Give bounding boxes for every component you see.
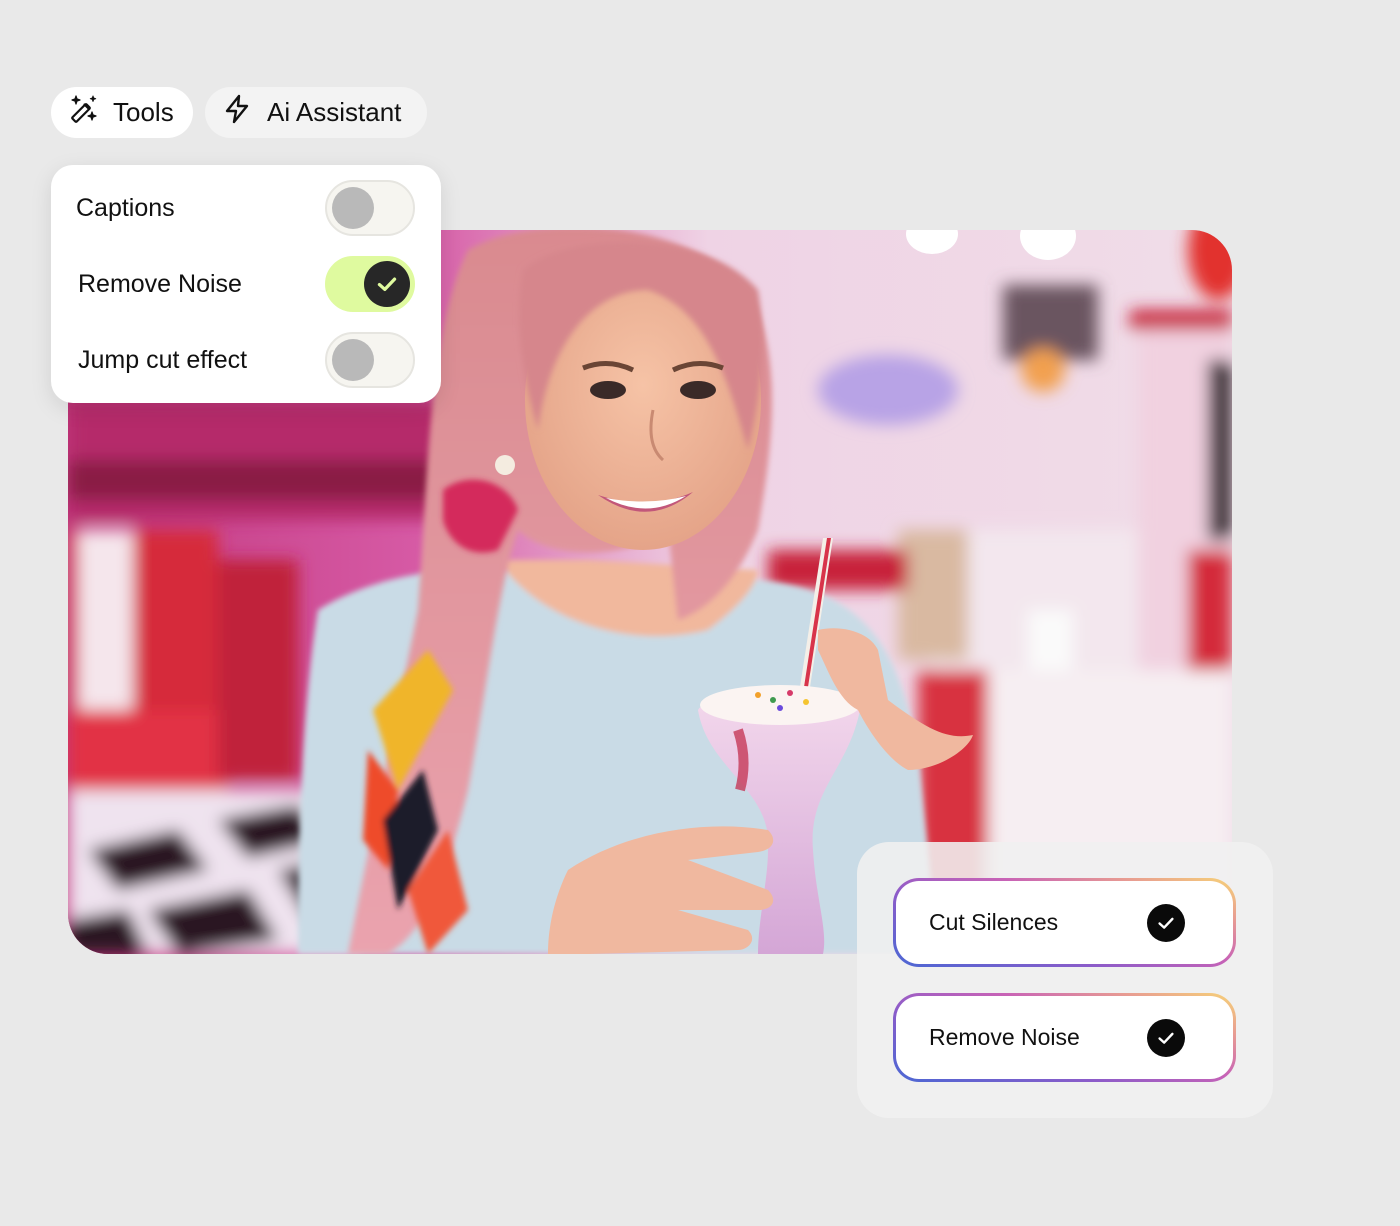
- tools-settings-panel: Captions Remove Noise Jump cut effect: [51, 165, 441, 403]
- lightning-icon: [221, 93, 253, 132]
- magic-wand-icon: [67, 93, 99, 132]
- check-icon: [377, 277, 397, 292]
- toggle-knob: [364, 261, 410, 307]
- ai-assistant-tab[interactable]: Ai Assistant: [205, 87, 427, 138]
- setting-remove-noise: Remove Noise: [51, 256, 441, 312]
- toggle-knob: [332, 187, 374, 229]
- setting-label: Remove Noise: [78, 269, 242, 298]
- remove-noise-toggle[interactable]: [325, 256, 415, 312]
- tools-label: Tools: [113, 97, 174, 127]
- check-circle-icon: [1147, 903, 1185, 942]
- action-cut-silences[interactable]: Cut Silences: [893, 878, 1236, 967]
- action-remove-noise[interactable]: Remove Noise: [893, 993, 1236, 1082]
- setting-label: Jump cut effect: [78, 345, 248, 374]
- jump-cut-toggle[interactable]: [325, 332, 415, 388]
- captions-toggle[interactable]: [325, 180, 415, 236]
- check-circle-icon: [1147, 1018, 1185, 1057]
- action-label: Cut Silences: [929, 909, 1059, 935]
- toggle-knob: [332, 339, 374, 381]
- setting-jump-cut: Jump cut effect: [51, 332, 441, 388]
- action-label: Remove Noise: [929, 1024, 1080, 1050]
- tools-tab[interactable]: Tools: [51, 87, 193, 138]
- setting-label: Captions: [76, 193, 175, 222]
- ai-actions-panel: Cut Silences Remove Noise: [857, 842, 1273, 1118]
- ai-assistant-label: Ai Assistant: [267, 97, 402, 127]
- setting-captions: Captions: [51, 180, 441, 236]
